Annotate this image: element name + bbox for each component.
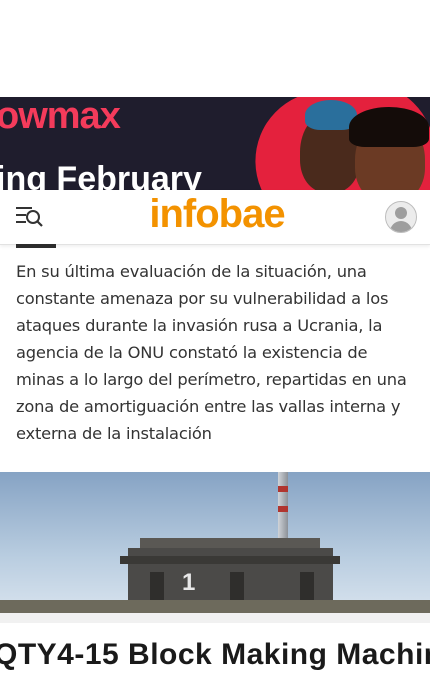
ad-person-image bbox=[349, 107, 429, 191]
article-photo[interactable]: 1 bbox=[0, 472, 430, 613]
previous-heading-fragment bbox=[16, 244, 56, 248]
ad-brand-text: owmax bbox=[0, 97, 121, 137]
bottom-ad-title[interactable]: QTY4-15 Block Making Machin bbox=[0, 638, 430, 672]
site-header: infobae bbox=[0, 190, 430, 245]
article-paragraph: En su última evaluación de la situación,… bbox=[16, 262, 407, 443]
top-advertisement-banner[interactable]: owmax ing February bbox=[0, 97, 430, 191]
ad-separator bbox=[0, 613, 430, 623]
top-blank-area bbox=[0, 0, 430, 97]
infobae-logo[interactable]: infobae bbox=[142, 191, 292, 236]
building-number: 1 bbox=[182, 569, 196, 596]
user-avatar-icon[interactable] bbox=[385, 201, 417, 233]
menu-search-icon[interactable] bbox=[15, 205, 45, 229]
ad-tagline-text: ing February bbox=[0, 160, 202, 191]
